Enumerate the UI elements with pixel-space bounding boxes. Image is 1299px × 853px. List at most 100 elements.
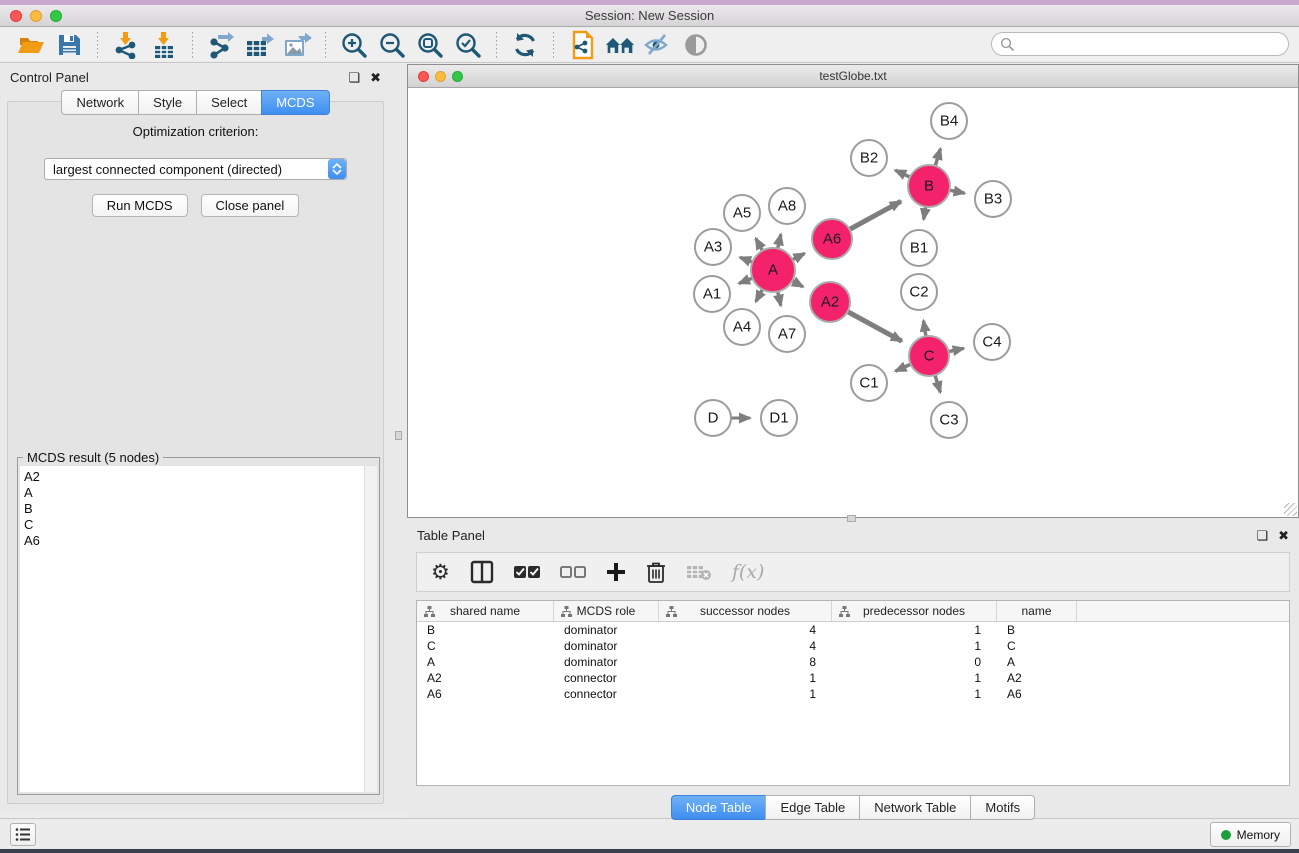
result-list-item[interactable]: C: [24, 517, 364, 533]
memory-button[interactable]: Memory: [1210, 822, 1291, 847]
float-panel-icon[interactable]: ❏: [348, 71, 360, 84]
table-cell[interactable]: A6: [417, 686, 554, 702]
column-header-MCDS-role[interactable]: MCDS role: [554, 601, 659, 621]
table-cell[interactable]: 1: [832, 670, 997, 686]
export-network-icon[interactable]: [206, 31, 236, 59]
hide-graphics-icon[interactable]: [643, 31, 673, 59]
graph-node-D1[interactable]: D1: [761, 400, 797, 436]
refresh-icon[interactable]: [510, 31, 540, 59]
table-row[interactable]: A2connector11A2: [417, 670, 1289, 686]
houses-icon[interactable]: [605, 31, 635, 59]
network-minimize-button[interactable]: [435, 71, 446, 82]
table-row[interactable]: A6connector11A6: [417, 686, 1289, 702]
table-cell[interactable]: C: [417, 638, 554, 654]
close-panel-icon[interactable]: ✖: [1278, 529, 1289, 542]
tab-mcds[interactable]: MCDS: [261, 90, 329, 115]
deselect-all-icon[interactable]: [560, 565, 586, 579]
network-graph[interactable]: B4B2BB3A5A8A6A3B1AC2A1A2A4A7C4CC1DD1C3: [408, 88, 1298, 517]
tab-style[interactable]: Style: [138, 90, 196, 115]
node-table[interactable]: shared nameMCDS rolesuccessor nodesprede…: [416, 600, 1290, 786]
table-cell[interactable]: 1: [832, 622, 997, 638]
show-graphics-icon[interactable]: [681, 31, 711, 59]
add-column-icon[interactable]: [606, 562, 626, 582]
edge-B-B4[interactable]: [935, 149, 941, 168]
edge-C-C3[interactable]: [934, 373, 940, 392]
task-history-button[interactable]: [10, 823, 36, 846]
select-all-icon[interactable]: [514, 565, 540, 579]
graph-node-D[interactable]: D: [695, 400, 731, 436]
vertical-split-divider[interactable]: [391, 64, 407, 812]
close-panel-icon[interactable]: ✖: [370, 71, 381, 84]
graph-node-B2[interactable]: B2: [851, 140, 887, 176]
tab-node-table[interactable]: Node Table: [671, 795, 766, 820]
column-header-successor-nodes[interactable]: successor nodes: [659, 601, 832, 621]
resize-grip-icon[interactable]: [1284, 503, 1297, 516]
mcds-result-list[interactable]: A2ABCA6: [20, 466, 377, 792]
table-cell[interactable]: A2: [417, 670, 554, 686]
table-cell[interactable]: C: [997, 638, 1077, 654]
result-list-item[interactable]: A6: [24, 533, 364, 549]
criterion-dropdown[interactable]: largest connected component (directed): [44, 158, 347, 180]
tab-network[interactable]: Network: [61, 90, 138, 115]
divider-grip[interactable]: [847, 515, 856, 522]
network-close-button[interactable]: [418, 71, 429, 82]
zoom-out-icon[interactable]: [377, 31, 407, 59]
graph-node-C1[interactable]: C1: [851, 365, 887, 401]
network-window-titlebar[interactable]: testGlobe.txt: [408, 65, 1298, 88]
graph-node-A1[interactable]: A1: [694, 276, 730, 312]
column-header-predecessor-nodes[interactable]: predecessor nodes: [832, 601, 997, 621]
tab-select[interactable]: Select: [196, 90, 261, 115]
table-cell[interactable]: 8: [659, 654, 832, 670]
graph-node-A7[interactable]: A7: [769, 316, 805, 352]
zoom-selected-icon[interactable]: [453, 31, 483, 59]
function-builder-icon[interactable]: f(x): [732, 561, 765, 583]
session-document-icon[interactable]: [567, 31, 597, 59]
result-list-scrollbar[interactable]: [364, 466, 377, 792]
column-header-shared-name[interactable]: shared name: [417, 601, 554, 621]
graph-node-A3[interactable]: A3: [695, 229, 731, 265]
table-row[interactable]: Cdominator41C: [417, 638, 1289, 654]
edge-A2-C[interactable]: [846, 311, 902, 342]
graph-node-B4[interactable]: B4: [931, 103, 967, 139]
result-list-item[interactable]: B: [24, 501, 364, 517]
graph-node-C3[interactable]: C3: [931, 402, 967, 438]
search-input[interactable]: [991, 32, 1289, 56]
table-cell[interactable]: 1: [832, 638, 997, 654]
table-cell[interactable]: A: [417, 654, 554, 670]
zoom-fit-icon[interactable]: [415, 31, 445, 59]
graph-node-A4[interactable]: A4: [724, 309, 760, 345]
result-list-item[interactable]: A2: [24, 469, 364, 485]
delete-column-icon[interactable]: [646, 561, 666, 583]
graph-node-A8[interactable]: A8: [769, 188, 805, 224]
close-panel-button[interactable]: Close panel: [201, 194, 300, 217]
table-cell[interactable]: dominator: [554, 654, 659, 670]
table-cell[interactable]: 1: [659, 686, 832, 702]
table-cell[interactable]: connector: [554, 670, 659, 686]
network-maximize-button[interactable]: [452, 71, 463, 82]
graph-node-B[interactable]: B: [908, 165, 950, 207]
import-table-icon[interactable]: [149, 31, 179, 59]
graph-node-A2[interactable]: A2: [810, 282, 850, 322]
tab-edge-table[interactable]: Edge Table: [765, 795, 859, 820]
open-folder-icon[interactable]: [16, 31, 46, 59]
table-cell[interactable]: 4: [659, 638, 832, 654]
float-panel-icon[interactable]: ❏: [1256, 529, 1268, 542]
zoom-in-icon[interactable]: [339, 31, 369, 59]
import-network-icon[interactable]: [111, 31, 141, 59]
table-row[interactable]: Bdominator41B: [417, 622, 1289, 638]
graph-node-A[interactable]: A: [751, 248, 795, 292]
table-cell[interactable]: 1: [832, 686, 997, 702]
graph-node-C[interactable]: C: [909, 336, 949, 376]
graph-node-A6[interactable]: A6: [812, 219, 852, 259]
network-canvas[interactable]: B4B2BB3A5A8A6A3B1AC2A1A2A4A7C4CC1DD1C3: [408, 88, 1298, 517]
divider-grip[interactable]: [395, 431, 402, 440]
table-cell[interactable]: 0: [832, 654, 997, 670]
column-header-name[interactable]: name: [997, 601, 1077, 621]
table-cell[interactable]: B: [417, 622, 554, 638]
graph-node-C2[interactable]: C2: [901, 274, 937, 310]
table-cell[interactable]: A6: [997, 686, 1077, 702]
tab-network-table[interactable]: Network Table: [859, 795, 970, 820]
column-layout-icon[interactable]: [470, 560, 494, 584]
settings-gear-icon[interactable]: ⚙: [431, 562, 450, 583]
table-cell[interactable]: 1: [659, 670, 832, 686]
